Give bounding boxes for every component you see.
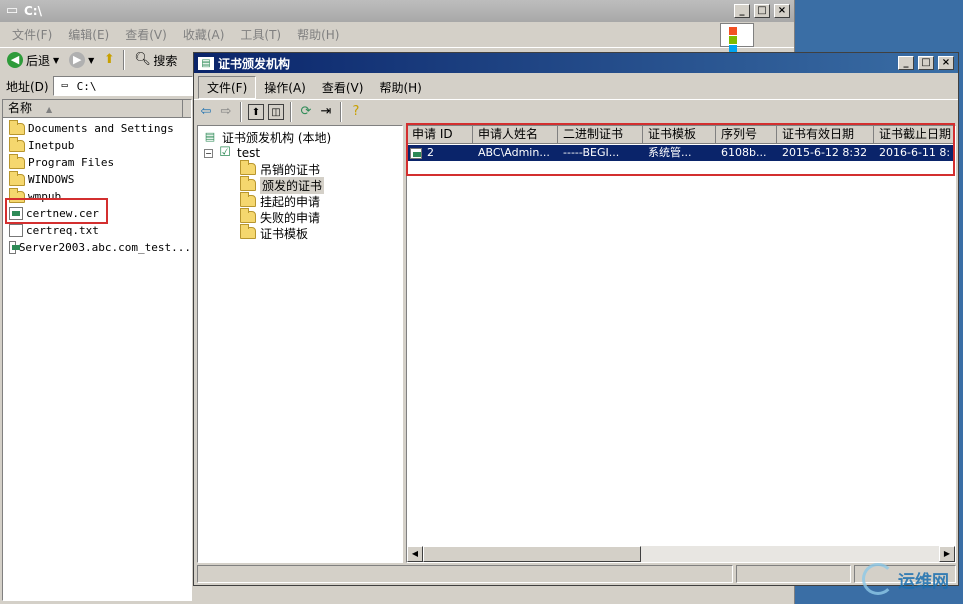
address-input[interactable]: ▭ C:\ [52,76,193,96]
ca-maximize-button[interactable]: □ [918,56,934,70]
ca-server-check-icon: ☑ [219,145,231,160]
tree-item-failed[interactable]: 失败的申请 [202,208,398,225]
folder-icon [240,224,256,239]
show-hide-tree-icon[interactable]: ◫ [268,103,284,120]
column-name[interactable]: 名称 ▲ [3,100,183,117]
tree-item-revoked[interactable]: 吊销的证书 [202,160,398,177]
file-item-windows[interactable]: WINDOWS [3,170,191,188]
explorer-titlebar: ▭ C:\ _ □ × [0,0,794,22]
certificate-file-icon [9,241,20,254]
ca-list-pane: 申请 ID 申请人姓名 二进制证书 证书模板 序列号 证书有效日期 证书截止日期… [406,125,956,563]
toolbar-separator [240,101,242,122]
menu-help[interactable]: 帮助(H) [289,24,347,45]
address-value: C:\ [76,79,97,93]
sort-ascending-icon: ▲ [46,105,53,114]
file-item-documents-and-settings[interactable]: Documents and Settings [3,119,191,137]
menu-file[interactable]: 文件(F) [4,24,60,45]
certificate-authority-icon: ▤ [198,56,214,70]
file-item-inetpub[interactable]: Inetpub [3,136,191,154]
close-button[interactable]: × [774,4,790,18]
tree-item-issued[interactable]: 颁发的证书 [202,176,398,194]
ca-close-button[interactable]: × [938,56,954,70]
file-item-server2003-cert[interactable]: Server2003.abc.com_test... [3,239,191,256]
windows-logo-icon [720,22,754,62]
refresh-icon[interactable]: ⟳ [298,104,314,120]
folder-icon [240,160,256,175]
site-watermark: 运维网 [862,556,962,602]
maximize-button[interactable]: □ [754,4,770,18]
certificate-authority-icon: ▤ [204,130,216,143]
ca-titlebar: ▤ 证书颁发机构 _ □ × [194,53,958,73]
highlight-box-certnew [5,198,108,224]
toolbar-separator [340,101,342,122]
folder-icon [240,176,256,191]
folder-icon [240,208,256,223]
forward-arrow-icon[interactable]: ⇨ [218,104,234,120]
file-item-program-files[interactable]: Program Files [3,153,191,171]
tree-item-templates[interactable]: 证书模板 [202,224,398,241]
address-label: 地址(D) [6,79,49,94]
ca-menu-help[interactable]: 帮助(H) [371,77,429,98]
toolbar-separator [290,101,292,122]
ca-title: 证书颁发机构 [218,56,291,71]
watermark-text: 运维网 [898,571,949,592]
toolbar-separator [123,50,126,70]
explorer-title: C:\ [24,4,42,18]
export-list-icon[interactable]: ⇥ [318,104,334,120]
drive-icon: ▭ [5,3,19,18]
folder-icon [9,153,25,169]
search-label: 搜索 [153,53,178,68]
up-folder-icon[interactable]: ⬆ [101,52,117,68]
folder-icon [9,170,25,186]
up-level-icon[interactable]: ⬆ [248,103,264,120]
help-icon[interactable]: ? [348,104,364,120]
folder-icon [9,119,25,135]
back-arrow-icon[interactable]: ⇦ [198,104,214,120]
file-item-certreq[interactable]: certreq.txt [3,222,191,239]
ca-menubar: 文件(F) 操作(A) 查看(V) 帮助(H) [194,73,958,99]
text-file-icon [9,224,23,237]
folder-icon [9,136,25,152]
back-label: 后退 [26,53,51,68]
forward-button[interactable]: ▶ ▼ [66,49,97,71]
back-button[interactable]: ◀ 后退 ▼ [4,49,62,71]
folder-icon [240,192,256,207]
ca-menu-action[interactable]: 操作(A) [256,77,314,98]
status-panel-secondary [736,565,851,583]
highlight-box-issued-certs [406,123,955,176]
drive-icon: ▭ [61,80,68,91]
search-icon: 🔍︎ [134,52,151,67]
file-items: Documents and Settings Inetpub Program F… [3,118,191,256]
menu-edit[interactable]: 编辑(E) [60,24,117,45]
scroll-left-button[interactable]: ◀ [407,546,423,562]
ca-statusbar [197,565,956,583]
tree-item-pending[interactable]: 挂起的申请 [202,192,398,209]
back-arrow-icon: ◀ [7,52,23,68]
ca-toolbar: ⇦ ⇨ ⬆ ◫ ⟳ ⇥ ? [194,99,958,123]
ca-tree-pane: ▤ 证书颁发机构 (本地) − ☑ test 吊销的证书 颁发的证书 挂起的申请 失败… [197,125,403,563]
menu-view[interactable]: 查看(V) [117,24,175,45]
minimize-button[interactable]: _ [734,4,750,18]
ca-menu-file[interactable]: 文件(F) [198,75,257,99]
status-panel-main [197,565,733,583]
tree-node-test[interactable]: − ☑ test [202,145,398,161]
explorer-menubar: 文件(F) 编辑(E) 查看(V) 收藏(A) 工具(T) 帮助(H) [0,22,794,62]
tree-root[interactable]: ▤ 证书颁发机构 (本地) [202,129,398,145]
file-list-header: 名称 ▲ [3,100,191,118]
ca-menu-view[interactable]: 查看(V) [314,77,372,98]
forward-arrow-icon: ▶ [69,52,86,68]
scrollbar-thumb[interactable] [423,546,641,562]
menu-tools[interactable]: 工具(T) [232,24,289,45]
watermark-logo-icon [862,563,894,595]
file-list: 名称 ▲ Documents and Settings Inetpub Progr… [2,99,192,601]
address-bar: 地址(D) ▭ C:\ [0,74,193,98]
search-button[interactable]: 🔍︎ 搜索 [131,49,180,71]
collapse-icon[interactable]: − [204,148,213,158]
menu-favorites[interactable]: 收藏(A) [175,24,233,45]
ca-minimize-button[interactable]: _ [898,56,914,70]
